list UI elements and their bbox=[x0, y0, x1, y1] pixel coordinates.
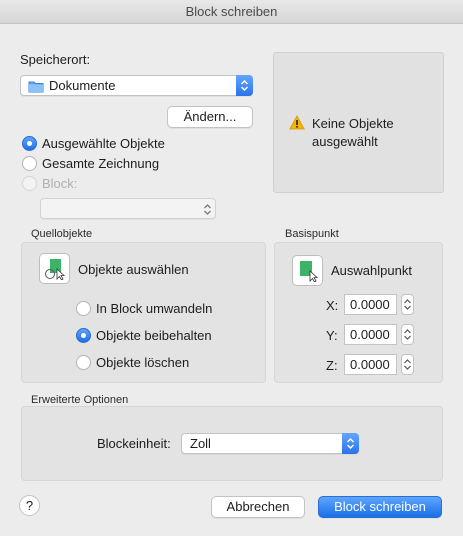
radio-label: Block: bbox=[42, 176, 78, 191]
y-label: Y: bbox=[326, 328, 338, 343]
x-stepper[interactable] bbox=[401, 294, 414, 315]
change-location-button[interactable]: Ändern... bbox=[167, 106, 253, 128]
source-objects-title: Quellobjekte bbox=[31, 228, 93, 240]
base-point-title: Basispunkt bbox=[285, 228, 339, 240]
select-objects-label: Objekte auswählen bbox=[78, 262, 189, 277]
radio-delete-objects[interactable]: Objekte löschen bbox=[76, 355, 189, 370]
radio-block[interactable]: Block: bbox=[22, 176, 77, 191]
pick-point-icon-button[interactable] bbox=[292, 255, 323, 286]
dropdown-arrows-icon bbox=[342, 433, 359, 454]
dropdown-arrows-icon bbox=[236, 75, 253, 96]
radio-selected-objects[interactable]: Ausgewählte Objekte bbox=[22, 136, 165, 151]
advanced-options-title: Erweiterte Optionen bbox=[31, 394, 129, 406]
z-field[interactable]: 0.0000 bbox=[344, 354, 397, 375]
block-unit-label: Blockeinheit: bbox=[97, 436, 171, 451]
radio-label: Gesamte Zeichnung bbox=[42, 156, 160, 171]
save-location-dropdown[interactable]: Dokumente bbox=[20, 75, 253, 96]
pick-point-icon bbox=[300, 261, 319, 282]
radio-label: Objekte löschen bbox=[96, 355, 190, 370]
dropdown-arrows-icon bbox=[199, 199, 213, 219]
stepper-arrows-icon bbox=[404, 359, 411, 370]
z-stepper[interactable] bbox=[401, 354, 414, 375]
block-unit-dropdown[interactable]: Zoll bbox=[181, 433, 359, 454]
source-objects-group: Objekte auswählen In Block umwandeln Obj… bbox=[21, 242, 266, 383]
select-objects-icon-button[interactable] bbox=[39, 253, 70, 284]
radio-label: Objekte beibehalten bbox=[96, 328, 212, 343]
radio-dot bbox=[76, 355, 91, 370]
y-field[interactable]: 0.0000 bbox=[344, 324, 397, 345]
write-block-button[interactable]: Block schreiben bbox=[318, 496, 442, 518]
radio-dot bbox=[76, 328, 91, 343]
radio-retain-objects[interactable]: Objekte beibehalten bbox=[76, 328, 212, 343]
radio-label: In Block umwandeln bbox=[96, 301, 213, 316]
stepper-arrows-icon bbox=[404, 329, 411, 340]
warning-icon bbox=[289, 115, 305, 130]
advanced-options-group: Blockeinheit: Zoll bbox=[21, 406, 443, 481]
radio-convert-to-block[interactable]: In Block umwandeln bbox=[76, 301, 212, 316]
save-location-value: Dokumente bbox=[49, 78, 116, 93]
radio-dot bbox=[22, 156, 37, 171]
radio-dot bbox=[76, 301, 91, 316]
pick-point-label: Auswahlpunkt bbox=[331, 263, 412, 278]
base-point-group: Auswahlpunkt X: 0.0000 Y: 0.0000 Z: 0.00… bbox=[274, 242, 443, 383]
radio-label: Ausgewählte Objekte bbox=[42, 136, 165, 151]
z-label: Z: bbox=[326, 358, 338, 373]
cancel-button[interactable]: Abbrechen bbox=[211, 496, 305, 518]
preview-panel: Keine Objekte ausgewählt bbox=[273, 52, 444, 193]
stepper-arrows-icon bbox=[404, 299, 411, 310]
help-button[interactable]: ? bbox=[19, 495, 40, 516]
radio-dot bbox=[22, 136, 37, 151]
folder-icon bbox=[28, 81, 44, 93]
radio-entire-drawing[interactable]: Gesamte Zeichnung bbox=[22, 156, 159, 171]
y-stepper[interactable] bbox=[401, 324, 414, 345]
select-objects-icon bbox=[45, 259, 66, 280]
save-location-label: Speicherort: bbox=[20, 52, 91, 67]
window-title: Block schreiben bbox=[0, 0, 463, 24]
preview-message: Keine Objekte ausgewählt bbox=[312, 116, 394, 149]
x-label: X: bbox=[326, 298, 339, 313]
block-unit-value: Zoll bbox=[190, 436, 211, 451]
block-name-dropdown[interactable] bbox=[40, 198, 216, 219]
x-field[interactable]: 0.0000 bbox=[344, 294, 397, 315]
radio-dot bbox=[22, 176, 37, 191]
